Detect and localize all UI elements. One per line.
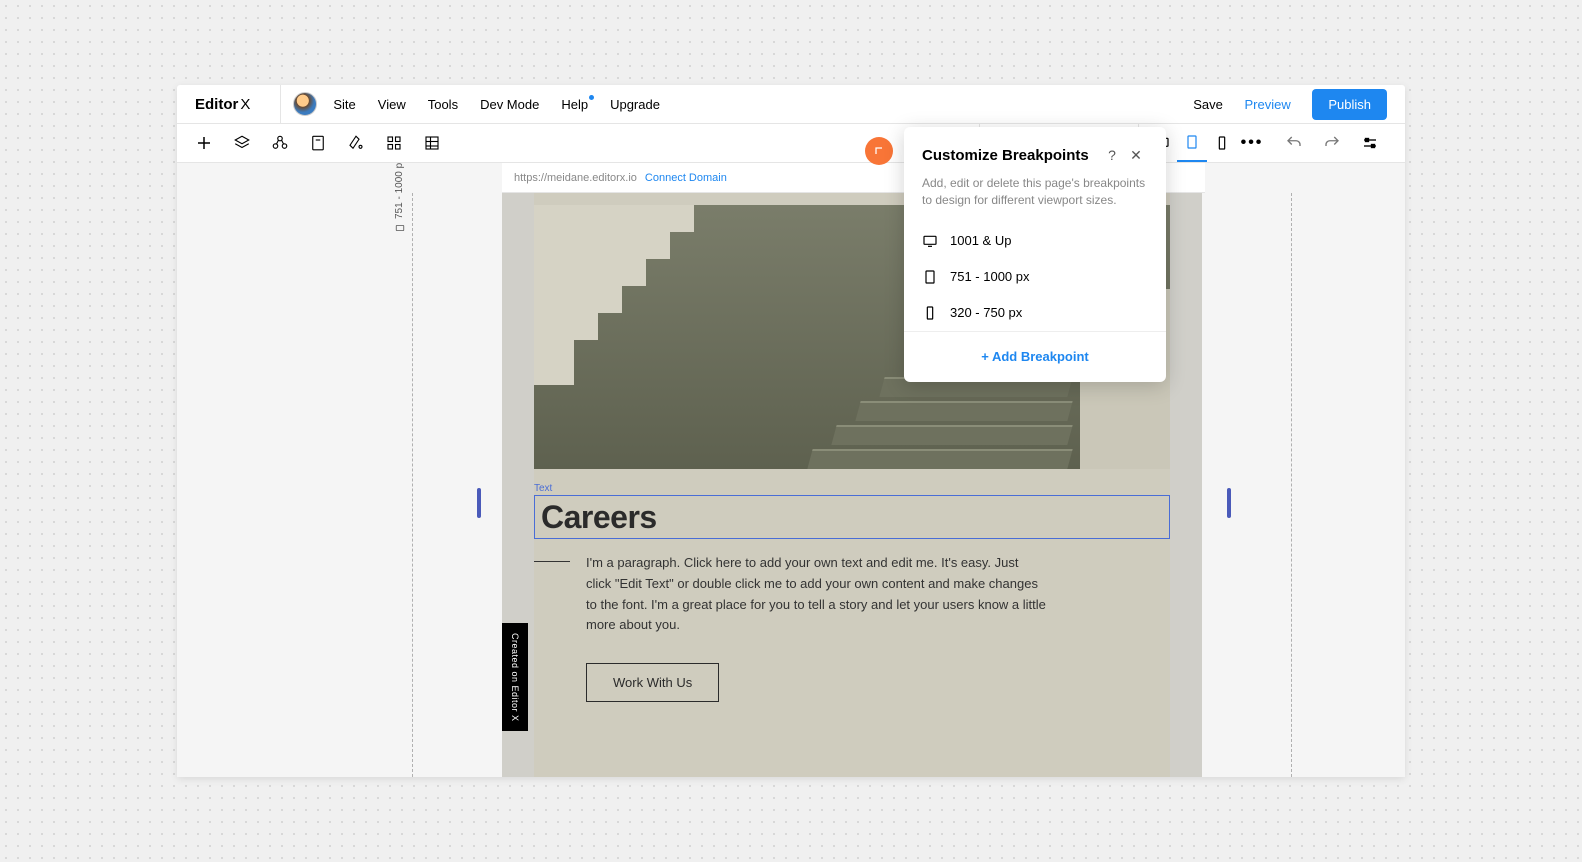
breakpoint-tablet-icon[interactable] <box>1177 124 1207 162</box>
notification-dot-icon <box>589 95 594 100</box>
menu-site[interactable]: Site <box>333 97 355 112</box>
preview-link[interactable]: Preview <box>1244 97 1290 112</box>
help-icon[interactable]: ? <box>1100 143 1124 167</box>
breakpoint-row-mobile[interactable]: 320 - 750 px <box>904 295 1166 331</box>
divider <box>280 85 281 123</box>
tablet-icon <box>922 269 938 285</box>
connect-domain-link[interactable]: Connect Domain <box>645 172 727 184</box>
heading-selected[interactable]: Careers <box>534 495 1170 539</box>
cta-button[interactable]: Work With Us <box>586 663 719 702</box>
margin-right <box>1170 193 1202 777</box>
data-icon[interactable] <box>413 124 451 162</box>
masters-icon[interactable] <box>261 124 299 162</box>
ruler-label: 751 - 1000 px <box>394 163 405 233</box>
popover-description: Add, edit or delete this page's breakpoi… <box>904 175 1166 223</box>
logo: EditorX <box>195 96 250 113</box>
theme-icon[interactable] <box>337 124 375 162</box>
breakpoints-popover: Customize Breakpoints ? ✕ Add, edit or d… <box>904 127 1166 382</box>
resize-handle-left[interactable] <box>477 488 481 518</box>
settings-slider-icon[interactable] <box>1351 124 1389 162</box>
paragraph-text[interactable]: I'm a paragraph. Click here to add your … <box>586 553 1046 636</box>
add-icon[interactable] <box>185 124 223 162</box>
mobile-icon <box>922 305 938 321</box>
menu-devmode[interactable]: Dev Mode <box>480 97 539 112</box>
page-icon[interactable] <box>299 124 337 162</box>
menu-tools[interactable]: Tools <box>428 97 458 112</box>
avatar[interactable] <box>293 92 317 116</box>
apps-icon[interactable] <box>375 124 413 162</box>
url-text: https://meidane.editorx.io <box>514 172 637 184</box>
desktop-icon <box>922 233 938 249</box>
resize-handle-right[interactable] <box>1227 488 1231 518</box>
popover-title: Customize Breakpoints <box>922 147 1100 164</box>
breakpoint-row-tablet[interactable]: 751 - 1000 px <box>904 259 1166 295</box>
heading-text[interactable]: Careers <box>541 499 657 536</box>
close-icon[interactable]: ✕ <box>1124 143 1148 167</box>
breakpoint-mobile-icon[interactable] <box>1207 124 1237 162</box>
menu-view[interactable]: View <box>378 97 406 112</box>
menu-help[interactable]: Help <box>561 97 588 112</box>
created-on-badge[interactable]: Created on Editor X <box>502 623 528 731</box>
add-breakpoint-button[interactable]: + Add Breakpoint <box>981 349 1089 364</box>
redo-icon[interactable] <box>1313 124 1351 162</box>
menu-upgrade[interactable]: Upgrade <box>610 97 660 112</box>
element-type-label: Text <box>534 483 552 494</box>
dash-decoration <box>534 561 570 562</box>
save-link[interactable]: Save <box>1193 97 1223 112</box>
publish-button[interactable]: Publish <box>1312 89 1387 120</box>
cursor-indicator-icon <box>865 137 893 165</box>
undo-icon[interactable] <box>1275 124 1313 162</box>
layers-icon[interactable] <box>223 124 261 162</box>
breakpoint-more-icon[interactable]: ••• <box>1237 124 1267 162</box>
breakpoint-row-desktop[interactable]: 1001 & Up <box>904 223 1166 259</box>
